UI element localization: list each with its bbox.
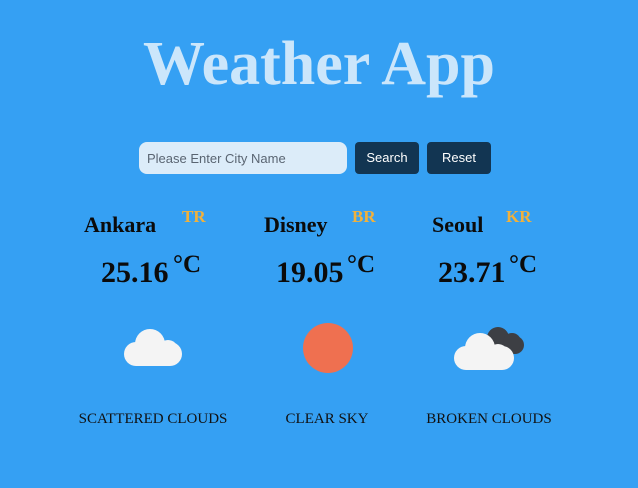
- weather-description: BROKEN CLOUDS: [426, 411, 552, 427]
- city-name: Seoul: [432, 212, 484, 237]
- city-search-input[interactable]: [139, 142, 347, 174]
- app-title: Weather App: [143, 30, 495, 98]
- reset-button[interactable]: Reset: [427, 142, 491, 174]
- temperature-value: 19.05: [276, 256, 344, 289]
- country-code: KR: [506, 207, 532, 226]
- scattered-clouds-icon: [118, 322, 198, 378]
- temperature-unit: °C: [347, 251, 376, 278]
- temperature-unit: °C: [509, 251, 538, 278]
- search-button[interactable]: Search: [355, 142, 419, 174]
- broken-clouds-icon: [450, 322, 530, 378]
- city-card-ankara: Ankara TR 25.16 °C SCATTERED CLOUDS: [58, 200, 248, 440]
- weather-description: SCATTERED CLOUDS: [78, 411, 228, 427]
- country-code: TR: [182, 207, 206, 226]
- city-name: Disney: [264, 212, 328, 237]
- temperature-value: 25.16: [101, 256, 169, 289]
- country-code: BR: [352, 207, 376, 226]
- temperature-value: 23.71: [438, 256, 506, 289]
- city-card-seoul: Seoul KR 23.71 °C BROKEN CLOUDS: [394, 200, 584, 440]
- clear-sky-icon: [288, 322, 368, 378]
- city-name: Ankara: [84, 212, 157, 237]
- temperature-unit: °C: [173, 251, 202, 278]
